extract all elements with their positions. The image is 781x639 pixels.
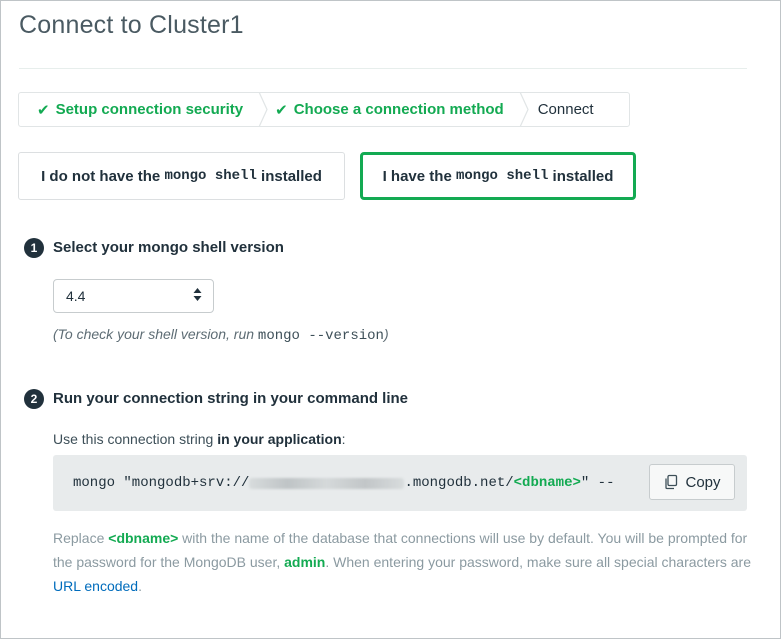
shell-version-select[interactable]: 4.4: [53, 279, 214, 313]
check-icon: ✔: [275, 101, 288, 119]
step-label: Choose a connection method: [293, 101, 504, 118]
step-connect[interactable]: Connect: [532, 93, 594, 126]
step-label: Setup connection security: [55, 101, 244, 118]
chevron-right-icon: [255, 92, 271, 127]
selected-version: 4.4: [66, 288, 86, 304]
step-setup-security[interactable]: ✔ Setup connection security: [19, 93, 243, 126]
redacted-hostname: [249, 477, 405, 489]
version-hint: (To check your shell version, run mongo …: [53, 326, 389, 344]
replace-dbname-note: Replace <dbname> with the name of the da…: [53, 530, 751, 594]
copy-icon: [663, 474, 679, 490]
step-choose-method[interactable]: ✔ Choose a connection method: [271, 93, 504, 126]
step-number-badge: 2: [24, 389, 44, 409]
copy-button[interactable]: Copy: [649, 464, 735, 500]
option-no-mongo-shell[interactable]: I do not have the mongo shell installed: [18, 152, 345, 200]
connection-string-box[interactable]: mongo "mongodb+srv://.mongodb.net/<dbnam…: [53, 455, 747, 511]
url-encoded-link[interactable]: URL encoded: [53, 578, 138, 594]
divider: [19, 68, 747, 69]
section-title-connection-string: Run your connection string in your comma…: [53, 390, 409, 407]
step-label: Connect: [537, 101, 594, 118]
chevron-right-icon: [516, 92, 532, 127]
connection-string-label: Use this connection string in your appli…: [53, 431, 346, 447]
step-number-badge: 1: [24, 238, 44, 258]
check-icon: ✔: [37, 101, 50, 119]
db-username: admin: [284, 554, 326, 570]
connect-dialog: Connect to Cluster1 ✔ Setup connection s…: [0, 0, 781, 639]
sort-arrows-icon: [193, 287, 202, 305]
page-title: Connect to Cluster1: [19, 11, 244, 39]
option-have-mongo-shell[interactable]: I have the mongo shell installed: [360, 152, 636, 200]
breadcrumb-steps: ✔ Setup connection security ✔ Choose a c…: [18, 92, 630, 127]
section-title-version: Select your mongo shell version: [53, 239, 284, 256]
